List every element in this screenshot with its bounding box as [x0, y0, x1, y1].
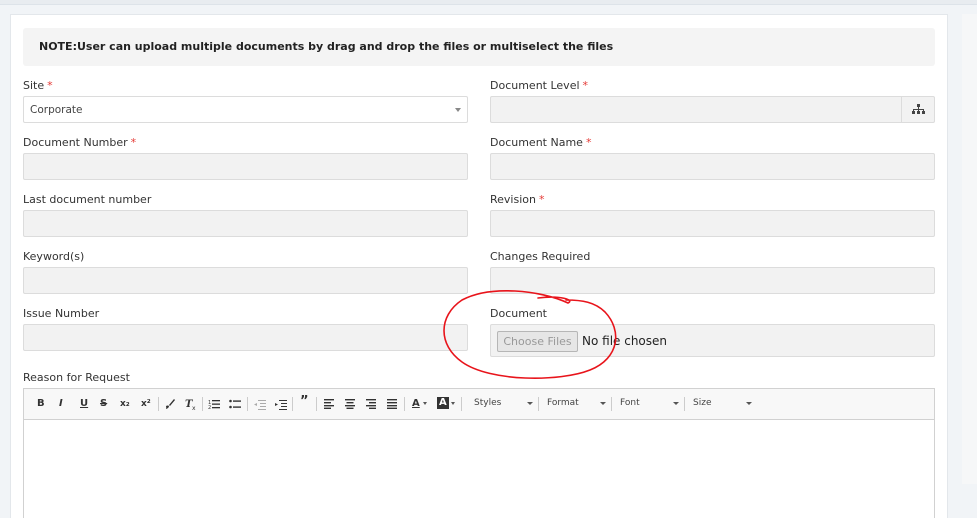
- size-dropdown[interactable]: Size: [693, 398, 753, 408]
- toolbar-separator: [247, 397, 248, 411]
- blockquote-icon[interactable]: ”: [300, 395, 309, 408]
- toolbar-separator: [611, 397, 612, 411]
- numbered-list-icon[interactable]: 12: [208, 399, 221, 410]
- required-mark: *: [538, 193, 545, 206]
- hierarchy-button[interactable]: [901, 97, 934, 122]
- revision-label: Revision *: [490, 193, 545, 206]
- align-left-icon[interactable]: [324, 399, 335, 409]
- document-label: Document: [490, 307, 547, 320]
- size-dropdown-label: Size: [693, 398, 712, 408]
- italic-button[interactable]: I: [59, 398, 63, 410]
- chevron-down-icon: [673, 402, 679, 405]
- toolbar-separator: [202, 397, 203, 411]
- underline-button[interactable]: U: [80, 398, 88, 410]
- toolbar-separator: [158, 397, 159, 411]
- styles-dropdown-label: Styles: [474, 398, 502, 408]
- site-select[interactable]: Corporate: [23, 96, 468, 123]
- last-document-number-input[interactable]: [23, 210, 468, 237]
- document-number-label: Document Number *: [23, 136, 137, 149]
- required-mark: *: [585, 136, 592, 149]
- chevron-down-icon: [746, 402, 752, 405]
- toolbar-separator: [461, 397, 462, 411]
- bold-button[interactable]: B: [37, 398, 45, 410]
- required-mark: *: [47, 79, 53, 92]
- editor-content-area[interactable]: [24, 420, 934, 518]
- font-dropdown-label: Font: [620, 398, 640, 408]
- bulleted-list-icon[interactable]: [229, 399, 242, 410]
- superscript-button[interactable]: x²: [141, 398, 151, 410]
- site-select-value: Corporate: [30, 104, 83, 116]
- document-name-label: Document Name *: [490, 136, 592, 149]
- subscript-button[interactable]: x₂: [120, 398, 130, 410]
- format-dropdown[interactable]: Format: [547, 398, 607, 408]
- strikethrough-button[interactable]: S: [100, 398, 107, 410]
- styles-dropdown[interactable]: Styles: [474, 398, 534, 408]
- toolbar-separator: [316, 397, 317, 411]
- rich-text-editor: B I U S x₂ x² Tx 12 ” A A Styles Format …: [23, 388, 935, 518]
- indent-icon[interactable]: [275, 399, 287, 410]
- issue-number-label: Issue Number: [23, 307, 100, 320]
- top-strip: [0, 0, 977, 5]
- align-right-icon[interactable]: [366, 399, 377, 409]
- outdent-icon: [254, 400, 266, 410]
- changes-required-label: Changes Required: [490, 250, 591, 263]
- align-justify-icon[interactable]: [387, 399, 398, 409]
- sitemap-icon: [911, 104, 925, 114]
- remove-format-icon[interactable]: Tx: [185, 398, 197, 410]
- toolbar-separator: [538, 397, 539, 411]
- issue-number-input[interactable]: [23, 324, 468, 351]
- file-status-text: No file chosen: [582, 334, 668, 348]
- upload-note: NOTE:User can upload multiple documents …: [23, 28, 935, 66]
- svg-text:2: 2: [208, 405, 211, 410]
- toolbar-separator: [292, 397, 293, 411]
- chevron-down-icon: [527, 402, 533, 405]
- editor-toolbar: B I U S x₂ x² Tx 12 ” A A Styles Format …: [24, 389, 934, 420]
- svg-text:x: x: [192, 405, 196, 410]
- choose-files-button[interactable]: Choose Files: [497, 331, 578, 352]
- last-document-number-label: Last document number: [23, 193, 152, 206]
- format-dropdown-label: Format: [547, 398, 579, 408]
- keywords-label: Keyword(s): [23, 250, 85, 263]
- site-label: Site *: [23, 79, 53, 92]
- required-mark: *: [130, 136, 137, 149]
- reason-label: Reason for Request: [23, 371, 130, 384]
- page-scrollbar[interactable]: [962, 14, 977, 484]
- chevron-down-icon: [455, 108, 461, 112]
- align-center-icon[interactable]: [345, 399, 356, 409]
- keywords-input[interactable]: [23, 267, 468, 294]
- toolbar-separator: [404, 397, 405, 411]
- bg-color-arrow-icon: [451, 402, 455, 405]
- text-color-button[interactable]: A: [412, 398, 420, 410]
- document-number-input[interactable]: [23, 153, 468, 180]
- background-color-button[interactable]: A: [437, 397, 449, 409]
- text-color-arrow-icon: [423, 402, 427, 405]
- paint-brush-icon[interactable]: [164, 398, 176, 410]
- toolbar-separator: [684, 397, 685, 411]
- changes-required-input[interactable]: [490, 267, 935, 294]
- font-dropdown[interactable]: Font: [620, 398, 680, 408]
- chevron-down-icon: [600, 402, 606, 405]
- required-mark: *: [582, 79, 589, 92]
- document-level-input[interactable]: [490, 96, 935, 123]
- revision-input[interactable]: [490, 210, 935, 237]
- document-level-label: Document Level *: [490, 79, 589, 92]
- document-name-input[interactable]: [490, 153, 935, 180]
- document-file-field: Choose Files No file chosen: [490, 324, 935, 357]
